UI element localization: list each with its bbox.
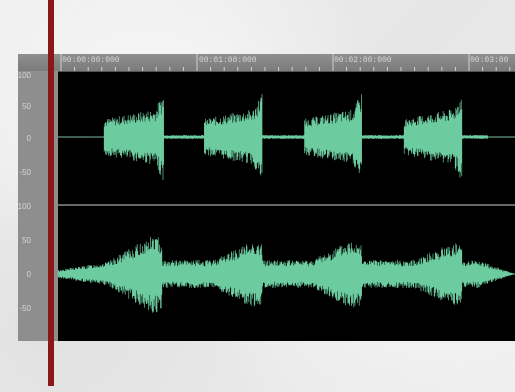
- waveform-track-1: [58, 94, 515, 180]
- amp-label-t2-n50: -50: [19, 304, 31, 313]
- time-label-2: 00:02:00:000: [334, 56, 392, 65]
- amp-label-t2-100: 100: [17, 202, 31, 211]
- amp-label-t1-n50: -50: [19, 168, 31, 177]
- amp-label-t1-100: 100: [17, 71, 31, 80]
- time-label-1: 00:01:00:000: [199, 56, 257, 65]
- amp-label-t1-0: 0: [26, 134, 31, 143]
- amp-label-t1-50: 50: [22, 102, 31, 111]
- time-label-3: 00:03:00: [470, 56, 509, 65]
- waveform-track-2: [58, 237, 515, 313]
- playhead-marker[interactable]: [48, 0, 54, 386]
- amp-label-t2-50: 50: [22, 236, 31, 245]
- time-label-0: 00:00:00:000: [62, 56, 120, 65]
- timeline-ruler[interactable]: 00:00:00:000 00:01:00:000 00:02:00:000 0…: [18, 54, 515, 72]
- waveform-display[interactable]: [58, 71, 515, 341]
- amp-label-t2-0: 0: [26, 270, 31, 279]
